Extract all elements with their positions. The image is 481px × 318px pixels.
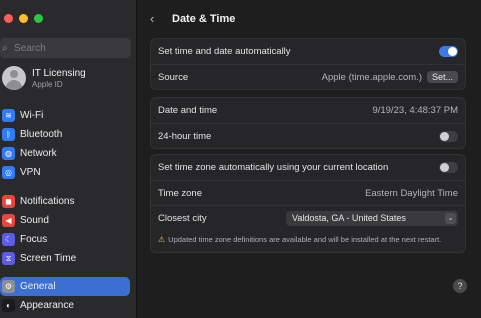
- sidebar-item-wi-fi[interactable]: ≋ Wi-Fi: [0, 106, 130, 125]
- sidebar-item-bluetooth[interactable]: ᛒ Bluetooth: [0, 125, 130, 144]
- bluetooth-icon: ᛒ: [2, 128, 15, 141]
- zoom-window-button[interactable]: [34, 14, 43, 23]
- source-row: Source Apple (time.apple.com.) Set...: [151, 64, 465, 89]
- sidebar-item-label: Notifications: [20, 196, 75, 207]
- avatar: [2, 66, 26, 90]
- gear-icon: ⚙: [2, 280, 15, 293]
- auto-time-toggle[interactable]: [439, 46, 458, 57]
- sidebar-item-label: General: [20, 281, 56, 292]
- time-zone-label: Time zone: [158, 187, 202, 199]
- search-placeholder: Search: [14, 42, 46, 54]
- page-header: ‹ Date & Time: [150, 11, 235, 26]
- screen-time-icon: ⧖: [2, 252, 15, 265]
- date-time-value[interactable]: 9/19/23, 4:48:37 PM: [372, 105, 458, 116]
- date-time-label: Date and time: [158, 105, 218, 116]
- date-time-row: Date and time 9/19/23, 4:48:37 PM: [151, 98, 465, 123]
- sidebar-item-label: Network: [20, 148, 57, 159]
- search-icon: ⌕: [2, 42, 8, 54]
- hour24-row: 24-hour time: [151, 123, 465, 148]
- source-value: Apple (time.apple.com.): [321, 71, 422, 83]
- sidebar-item-screen-time[interactable]: ⧖ Screen Time: [0, 249, 130, 268]
- sidebar-item-vpn[interactable]: ◎ VPN: [0, 163, 130, 182]
- tz-auto-row: Set time zone automatically using your c…: [151, 155, 465, 180]
- tz-auto-toggle[interactable]: [439, 162, 458, 173]
- focus-icon: ☾: [2, 233, 15, 246]
- sidebar-item-sound[interactable]: ◀ Sound: [0, 211, 130, 230]
- set-source-button[interactable]: Set...: [426, 71, 458, 83]
- warning-icon: ⚠: [158, 235, 166, 244]
- tz-notice-text: Updated time zone definitions are availa…: [168, 235, 442, 244]
- chevron-updown-icon: ⌄: [445, 212, 456, 224]
- account-name: IT Licensing: [32, 67, 86, 79]
- appearance-icon: ◐: [2, 299, 15, 312]
- tz-update-notice: ⚠ Updated time zone definitions are avail…: [151, 230, 465, 252]
- time-zone-row: Time zone Eastern Daylight Time: [151, 180, 465, 205]
- chevron-left-icon[interactable]: ‹: [150, 11, 166, 26]
- sound-icon: ◀: [2, 214, 15, 227]
- closest-city-select[interactable]: Valdosta, GA - United States ⌄: [286, 210, 458, 226]
- wifi-icon: ≋: [2, 109, 15, 122]
- notifications-icon: ◼: [2, 195, 15, 208]
- sidebar-item-label: VPN: [20, 167, 41, 178]
- vpn-icon: ◎: [2, 166, 15, 179]
- auto-time-group: Set time and date automatically Source A…: [150, 38, 466, 90]
- sidebar-item-network[interactable]: ◍ Network: [0, 144, 130, 163]
- sidebar-item-general[interactable]: ⚙ General: [0, 277, 130, 296]
- closest-city-value: Valdosta, GA - United States: [292, 213, 406, 223]
- sidebar-item-notifications[interactable]: ◼ Notifications: [0, 192, 130, 211]
- time-zone-value: Eastern Daylight Time: [365, 187, 458, 199]
- source-label: Source: [158, 71, 189, 83]
- auto-time-row: Set time and date automatically: [151, 39, 465, 64]
- apple-id-account[interactable]: IT Licensing Apple ID: [0, 66, 86, 90]
- closest-city-label: Closest city: [158, 212, 207, 224]
- sidebar-item-label: Focus: [20, 234, 48, 245]
- hour24-label: 24-hour time: [158, 130, 212, 142]
- hour24-toggle[interactable]: [439, 130, 458, 142]
- close-window-button[interactable]: [4, 14, 13, 23]
- sidebar-item-label: Wi-Fi: [20, 110, 44, 121]
- time-zone-group: Set time zone automatically using your c…: [150, 154, 466, 253]
- sidebar-item-label: Bluetooth: [20, 129, 63, 140]
- sidebar: ⌕ Search IT Licensing Apple ID ≋ Wi-Fi ᛒ Bl…: [0, 0, 137, 318]
- search-field[interactable]: ⌕ Search: [0, 38, 131, 58]
- minimize-window-button[interactable]: [19, 14, 28, 23]
- date-time-group: Date and time 9/19/23, 4:48:37 PM 24-hou…: [150, 97, 466, 149]
- sidebar-item-label: Appearance: [20, 300, 74, 311]
- sidebar-item-label: Screen Time: [20, 253, 77, 264]
- sidebar-item-appearance[interactable]: ◐ Appearance: [0, 296, 130, 315]
- page-title: Date & Time: [172, 12, 236, 25]
- closest-city-row: Closest city Valdosta, GA - United State…: [151, 205, 465, 230]
- tz-auto-label: Set time zone automatically using your c…: [158, 162, 389, 173]
- auto-time-label: Set time and date automatically: [158, 46, 291, 57]
- sidebar-item-label: Sound: [20, 215, 49, 226]
- sidebar-item-focus[interactable]: ☾ Focus: [0, 230, 130, 249]
- window-controls: [4, 14, 43, 23]
- help-button[interactable]: ?: [453, 279, 467, 293]
- network-icon: ◍: [2, 147, 15, 160]
- account-subtitle: Apple ID: [32, 79, 63, 89]
- main-pane: ‹ Date & Time Set time and date automati…: [138, 0, 481, 318]
